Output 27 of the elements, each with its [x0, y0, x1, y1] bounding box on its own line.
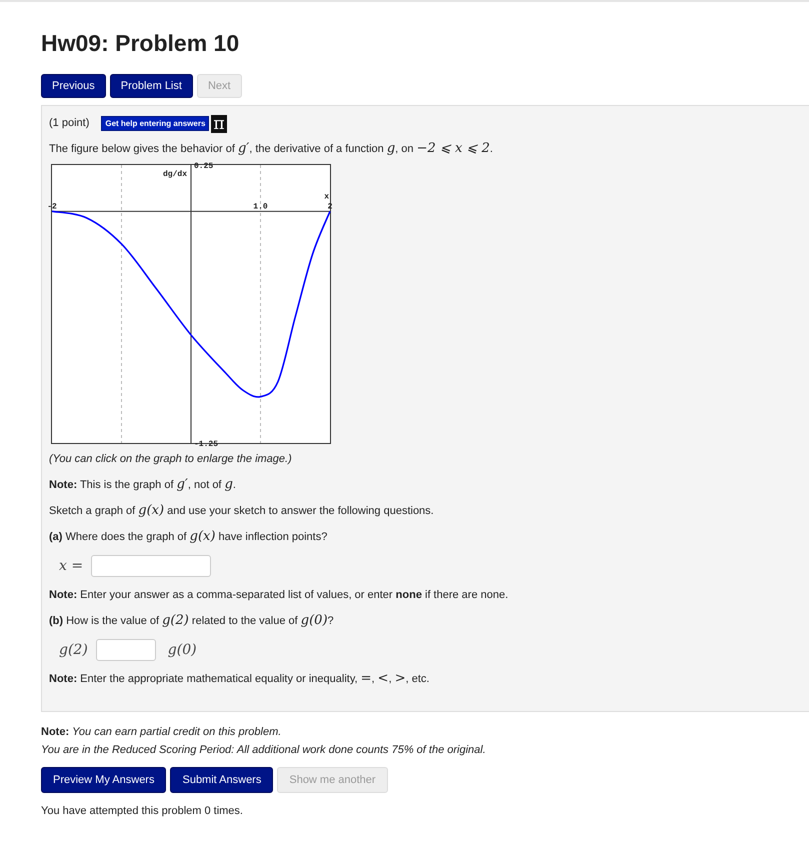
question-text: Note: Enter the appropriate mathematical equality or inequality, =, <, >, etc.: [49, 670, 430, 687]
math-label: g(0): [168, 642, 197, 658]
axis-label: dg/dx: [162, 170, 187, 179]
question-text: (a) Where does the graph of g(x) have inflection points?: [49, 528, 328, 545]
question-text: Sketch a graph of g(x) and use your sketch to answer the following questions.: [49, 502, 435, 519]
help-button[interactable]: Get help entering answers: [101, 116, 210, 132]
note-text: You are in the Reduced Scoring Period: All additional work done counts 75% of the original.: [41, 743, 487, 758]
problem-list-button[interactable]: Problem List: [110, 74, 193, 98]
intro-text: The figure below gives the behavior of g′, the derivative of a function g, on −2 ⩽ x ⩽ 2.: [49, 140, 494, 157]
note-text: Note: You can earn partial credit on this problem.: [41, 724, 282, 740]
tick-label: 1.0: [253, 202, 268, 211]
math-label: g(2): [59, 642, 88, 658]
submit-button[interactable]: Submit Answers: [170, 766, 274, 793]
question-text: Note: Enter your answer as a comma-separated list of values, or enter none if there are none.: [49, 588, 510, 603]
attempts-text: You have attempted this problem 0 times.: [41, 804, 244, 819]
pi-icon[interactable]: π: [211, 114, 227, 133]
answer-field[interactable]: [96, 638, 156, 661]
caption-text: (You can click on the graph to enlarge the image.): [49, 452, 293, 467]
math-label: x =: [59, 558, 84, 574]
page-title: Hw09: Problem 10: [41, 30, 240, 58]
answer-field[interactable]: [91, 554, 212, 577]
question-text: (b) How is the value of g(2) related to the value of g(0)?: [49, 612, 335, 629]
previous-button[interactable]: Previous: [41, 74, 106, 98]
question-text: Note: This is the graph of g′, not of g.: [49, 476, 237, 493]
points-label: (1 point): [49, 116, 90, 132]
preview-button[interactable]: Preview My Answers: [41, 766, 166, 793]
axis-label: x: [324, 192, 329, 201]
